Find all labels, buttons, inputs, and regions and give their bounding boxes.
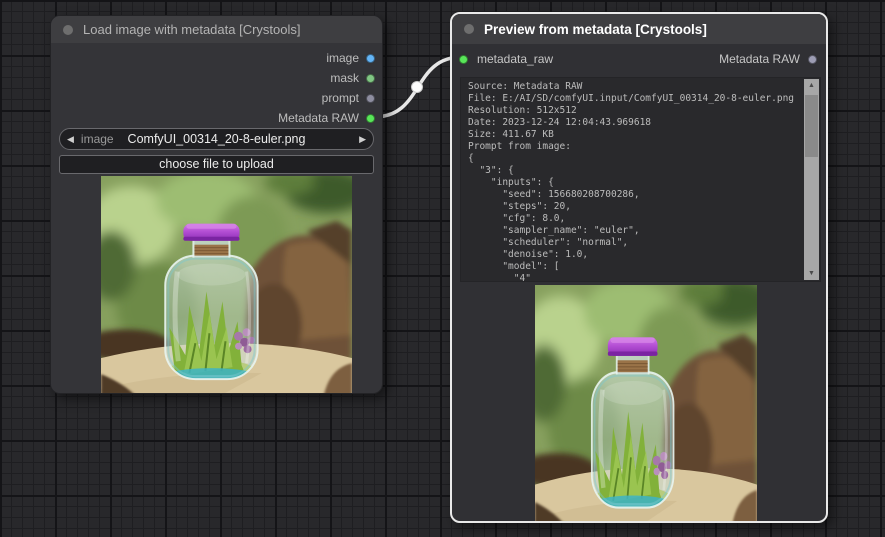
output-label: Metadata RAW [278,111,359,125]
output-port-prompt[interactable] [366,93,375,103]
node-header[interactable]: Preview from metadata [Crystools] [452,14,826,44]
metadata-text-area[interactable]: Source: Metadata RAW File: E:/AI/SD/comf… [460,77,821,282]
node-graph-canvas[interactable]: Load image with metadata [Crystools] ima… [0,0,885,537]
node-preview-from-metadata[interactable]: Preview from metadata [Crystools] metada… [450,12,828,523]
node-status-dot-icon[interactable] [464,24,474,34]
metadata-image-preview [535,285,757,523]
node-status-dot-icon[interactable] [63,24,73,35]
output-port-mask[interactable] [366,73,375,83]
output-row-image: image [51,49,382,67]
scroll-down-icon[interactable]: ▼ [804,267,819,280]
output-label: mask [330,71,359,85]
scroll-up-icon[interactable]: ▲ [804,79,819,92]
io-row-metadata: metadata_raw Metadata RAW [452,50,826,68]
output-port-image[interactable] [366,53,375,63]
output-label: prompt [321,91,359,105]
scrollbar-thumb[interactable] [805,95,818,157]
output-label: image [326,51,359,65]
metadata-scrollbar[interactable]: ▲ ▼ [804,79,819,280]
node-header[interactable]: Load image with metadata [Crystools] [51,16,382,43]
output-row-mask: mask [51,69,382,87]
image-filename-combo[interactable]: ◀ image ComfyUI_00314_20-8-euler.png ▶ [59,128,374,150]
metadata-link-wire[interactable] [372,55,464,119]
metadata-text: Source: Metadata RAW File: E:/AI/SD/comf… [468,81,795,282]
output-label: Metadata RAW [719,52,800,66]
choose-file-button[interactable]: choose file to upload [59,155,374,174]
output-row-prompt: prompt [51,89,382,107]
combo-next-icon[interactable]: ▶ [352,134,373,145]
node-load-image-with-metadata[interactable]: Load image with metadata [Crystools] ima… [50,15,383,394]
combo-value: ComfyUI_00314_20-8-euler.png [127,132,306,146]
node-title: Load image with metadata [Crystools] [83,22,301,37]
combo-prev-icon[interactable]: ◀ [60,134,81,145]
link-midpoint-dot[interactable] [411,81,423,93]
loaded-image-preview [101,176,352,394]
output-row-metadata-raw: Metadata RAW [51,109,382,127]
node-title: Preview from metadata [Crystools] [484,21,707,37]
input-port-metadata-raw[interactable] [459,54,468,64]
input-label: metadata_raw [477,52,554,66]
output-port-metadata-raw[interactable] [808,54,817,64]
output-port-metadata-raw[interactable] [366,113,375,123]
